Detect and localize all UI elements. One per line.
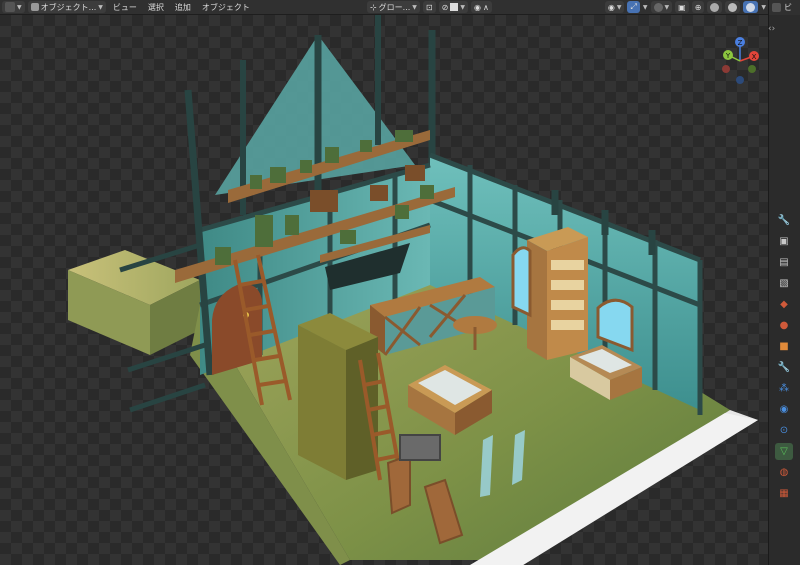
3d-viewport[interactable]: Z X Y — [0, 15, 768, 565]
gizmo-toggle[interactable]: ⤢ — [627, 1, 640, 13]
chevron-down-icon: ▼ — [616, 3, 622, 11]
tab-data[interactable]: ▽ — [775, 443, 793, 460]
properties-menu-truncated[interactable]: ビ — [784, 2, 792, 13]
viewport-header: ▼ オブジェクト... ▼ ビュー 選択 追加 オブジェクト ⊹ グロー... ▼ ⊡… — [0, 0, 768, 15]
tab-output[interactable]: ▤ — [775, 254, 793, 271]
tab-scene[interactable]: ◆ — [775, 296, 793, 313]
chevron-down-icon: ▼ — [412, 3, 417, 11]
object-icon: ■ — [779, 341, 789, 352]
solid-sphere-icon — [710, 2, 720, 12]
tab-render[interactable]: ▣ — [775, 233, 793, 250]
tab-tool[interactable]: 🔧 — [775, 212, 793, 229]
shading-rendered[interactable] — [743, 1, 759, 13]
sidebar-toggle-chevron-icon[interactable]: ‹› — [768, 24, 775, 34]
shading-solid[interactable] — [707, 1, 723, 13]
shading-dropdown[interactable]: ▼ — [761, 4, 766, 11]
z-axis-label: Z — [738, 39, 743, 47]
tab-material[interactable]: ◍ — [775, 464, 793, 481]
render-icon: ▣ — [779, 236, 789, 247]
menu-object[interactable]: オブジェクト — [198, 2, 254, 13]
wireframe-sphere-icon: ⊕ — [694, 2, 702, 12]
visibility-button[interactable]: ◉ ▼ — [604, 1, 625, 13]
snap-target-icon — [450, 3, 459, 11]
view-layer-icon: ▧ — [779, 278, 789, 289]
menu-view[interactable]: ビュー — [109, 2, 141, 13]
magnet-icon: ⊘ — [441, 2, 449, 12]
pivot-icon: ⊡ — [425, 2, 433, 12]
xray-icon: ▣ — [678, 2, 686, 12]
falloff-icon: ∧ — [482, 2, 489, 12]
proportional-button[interactable]: ◉ ∧ — [470, 1, 492, 13]
x-axis-label: X — [752, 53, 757, 61]
mode-selector[interactable]: オブジェクト... ▼ — [27, 1, 106, 13]
tab-world[interactable]: ● — [775, 317, 793, 334]
menu-add[interactable]: 追加 — [171, 2, 195, 13]
constraints-icon: ⊙ — [779, 425, 789, 436]
world-icon: ● — [779, 320, 789, 331]
physics-icon: ◉ — [779, 404, 789, 415]
snap-button[interactable]: ⊘ ▼ — [438, 1, 468, 13]
blender-window: ▼ オブジェクト... ▼ ビュー 選択 追加 オブジェクト ⊹ グロー... ▼ ⊡… — [0, 0, 800, 565]
tab-constraints[interactable]: ⊙ — [775, 422, 793, 439]
menu-select[interactable]: 選択 — [144, 2, 168, 13]
tab-view-layer[interactable]: ▧ — [775, 275, 793, 292]
properties-editor-strip: ビ ‹› 🔧 ▣ ▤ ▧ ◆ ● ■ 🔧 ⁂ ◉ ⊙ ▽ ◍ ▦ — [768, 0, 800, 565]
proportional-icon: ◉ — [473, 2, 481, 12]
rendered-sphere-icon — [746, 2, 756, 12]
tab-modifier[interactable]: 🔧 — [775, 359, 793, 376]
gizmo-dropdown[interactable]: ▼ — [643, 4, 648, 11]
room-scene — [68, 15, 758, 565]
orientation-label: グロー... — [378, 2, 411, 12]
tall-bookcase — [527, 227, 588, 360]
eye-icon: ◉ — [607, 2, 615, 12]
tab-physics[interactable]: ◉ — [775, 401, 793, 418]
properties-editor-icon[interactable] — [772, 3, 781, 12]
navigation-gizmo[interactable]: Z X Y — [712, 33, 768, 89]
neg-y-axis-handle[interactable] — [748, 65, 756, 73]
properties-header: ビ — [769, 0, 800, 15]
pivot-button[interactable]: ⊡ — [422, 1, 436, 13]
mode-label: オブジェクト... — [40, 2, 97, 12]
texture-icon: ▦ — [779, 488, 789, 499]
tool-icon: 🔧 — [777, 215, 791, 226]
neg-z-axis-handle[interactable] — [736, 76, 744, 84]
tab-particles[interactable]: ⁂ — [775, 380, 793, 397]
chevron-down-icon: ▼ — [98, 3, 103, 11]
y-axis-label: Y — [725, 52, 731, 60]
editor-type-button[interactable]: ▼ — [2, 1, 25, 13]
properties-tabs: 🔧 ▣ ▤ ▧ ◆ ● ■ 🔧 ⁂ ◉ ⊙ ▽ ◍ ▦ — [771, 212, 797, 502]
output-icon: ▤ — [779, 257, 789, 268]
object-mode-icon — [30, 3, 39, 11]
cube-editor-icon — [5, 2, 15, 12]
scene-icon: ◆ — [780, 299, 788, 310]
material-icon: ◍ — [779, 467, 789, 478]
tab-texture[interactable]: ▦ — [775, 485, 793, 502]
chevron-down-icon: ▼ — [17, 3, 22, 11]
tab-object[interactable]: ■ — [775, 338, 793, 355]
modifier-icon: 🔧 — [777, 362, 791, 373]
particles-icon: ⁂ — [779, 383, 789, 394]
shading-material[interactable] — [725, 1, 741, 13]
data-icon: ▽ — [780, 446, 788, 457]
gizmo-icon: ⤢ — [630, 2, 637, 11]
overlay-toggle[interactable]: ▼ — [650, 1, 673, 13]
chevron-down-icon: ▼ — [664, 3, 670, 11]
neg-x-axis-handle[interactable] — [722, 65, 730, 73]
xray-toggle[interactable]: ▣ — [675, 1, 689, 13]
overlay-icon — [653, 2, 663, 12]
material-sphere-icon — [728, 2, 738, 12]
chevron-down-icon: ▼ — [460, 3, 465, 11]
axes-icon: ⊹ — [369, 2, 377, 12]
shading-wireframe[interactable]: ⊕ — [691, 1, 705, 13]
transform-orientation-selector[interactable]: ⊹ グロー... ▼ — [366, 1, 420, 13]
